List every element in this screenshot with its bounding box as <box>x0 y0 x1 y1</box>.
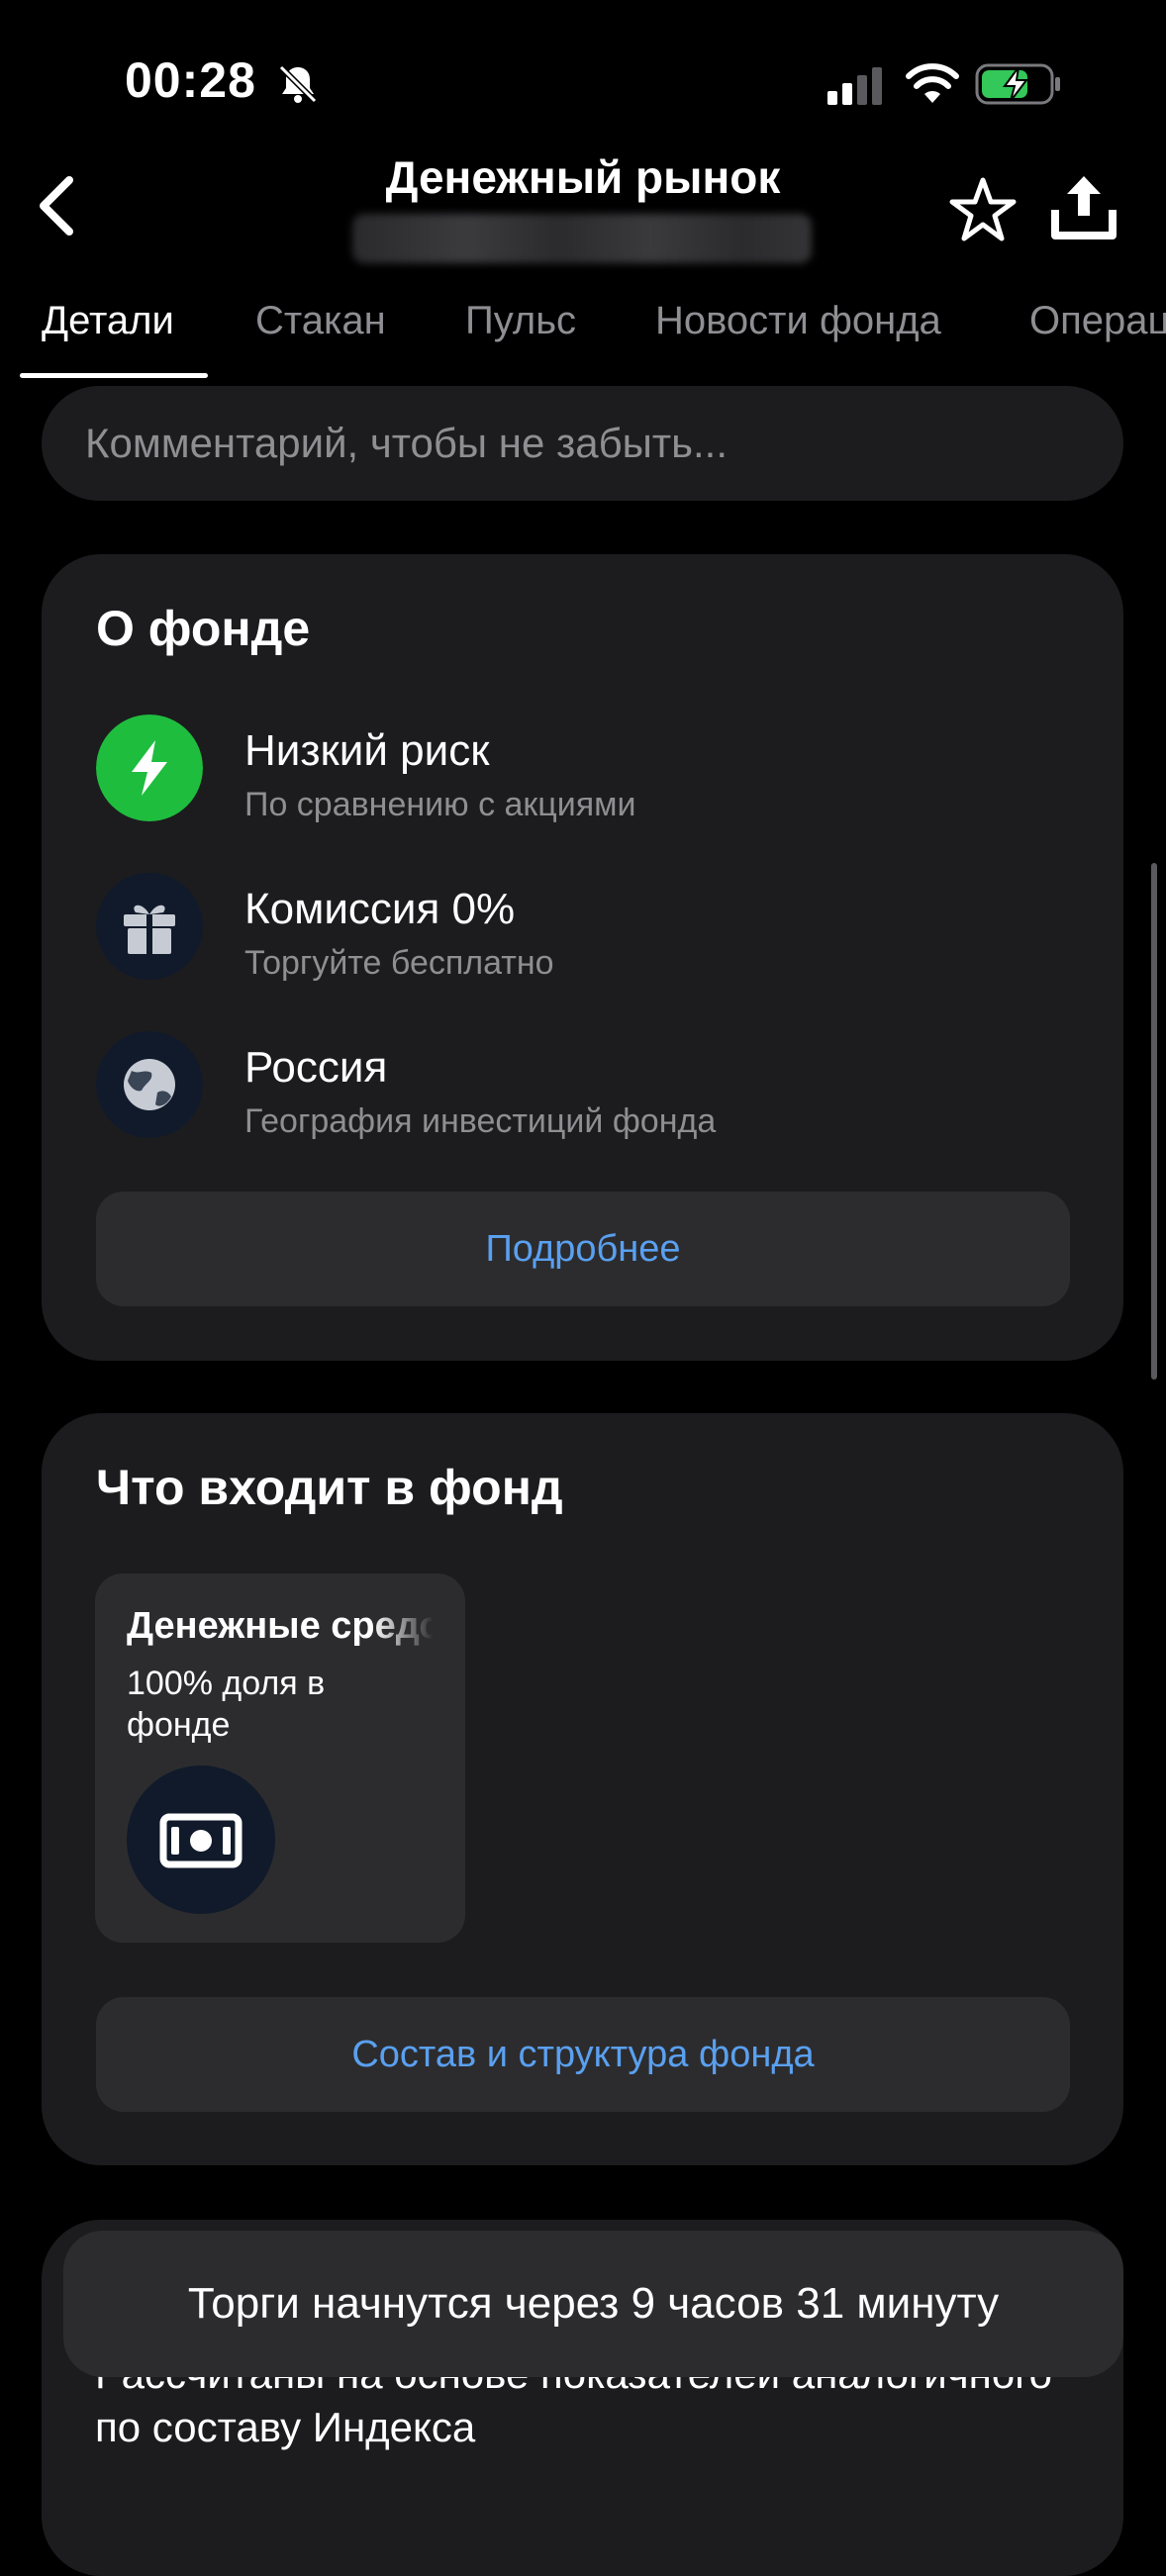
fund-structure-button[interactable]: Состав и структура фонда <box>96 1997 1070 2112</box>
tab-pulse[interactable]: Пульс <box>465 299 576 343</box>
feature-risk: Низкий риск По сравнению с акциями <box>96 715 1046 833</box>
feature-geography: Россия География инвестиций фонда <box>96 1031 1046 1150</box>
more-details-button[interactable]: Подробнее <box>96 1192 1070 1306</box>
active-tab-indicator <box>20 373 208 378</box>
asset-name: Денежные средства <box>127 1605 434 1647</box>
about-fund-title: О фонде <box>96 601 311 656</box>
feature-subtitle: По сравнению с акциями <box>244 786 636 823</box>
status-time: 00:28 <box>125 52 256 108</box>
feature-subtitle: Торгуйте бесплатно <box>244 944 554 982</box>
wifi-icon <box>906 63 959 103</box>
lightning-icon <box>96 715 203 821</box>
bell-slash-icon <box>278 64 318 104</box>
tab-details[interactable]: Детали <box>42 299 174 343</box>
battery-charging-icon <box>975 63 1060 105</box>
trading-start-toast: Торги начнутся через 9 часов 31 минуту <box>63 2231 1123 2377</box>
comment-input[interactable] <box>42 386 1123 501</box>
asset-share: 100% доля в фонде <box>127 1665 326 1744</box>
tab-order-book[interactable]: Стакан <box>255 299 386 343</box>
share-icon[interactable] <box>1047 170 1120 245</box>
about-fund-card: О фонде Низкий риск По сравнению с акция… <box>42 554 1123 1361</box>
gift-icon <box>96 873 203 980</box>
signal-icon <box>827 67 882 105</box>
favorite-star-icon[interactable] <box>946 174 1020 247</box>
feature-subtitle: География инвестиций фонда <box>244 1102 717 1140</box>
feature-title: Комиссия 0% <box>244 885 516 933</box>
feature-commission: Комиссия 0% Торгуйте бесплатно <box>96 873 1046 992</box>
tab-fund-news[interactable]: Новости фонда <box>655 299 941 343</box>
asset-tile-cash[interactable]: Денежные средства 100% доля в фонде <box>95 1574 465 1943</box>
banknote-icon <box>127 1765 275 1914</box>
feature-title: Россия <box>244 1043 388 1092</box>
globe-icon <box>96 1031 203 1138</box>
tab-operations[interactable]: Операции <box>1029 299 1166 343</box>
page-subtitle-blurred <box>352 214 812 263</box>
composition-title: Что входит в фонд <box>96 1460 563 1515</box>
feature-title: Низкий риск <box>244 726 490 775</box>
scrollbar[interactable] <box>1151 863 1157 1380</box>
tab-bar: Детали Стакан Пульс Новости фонда Операц… <box>0 287 1166 382</box>
